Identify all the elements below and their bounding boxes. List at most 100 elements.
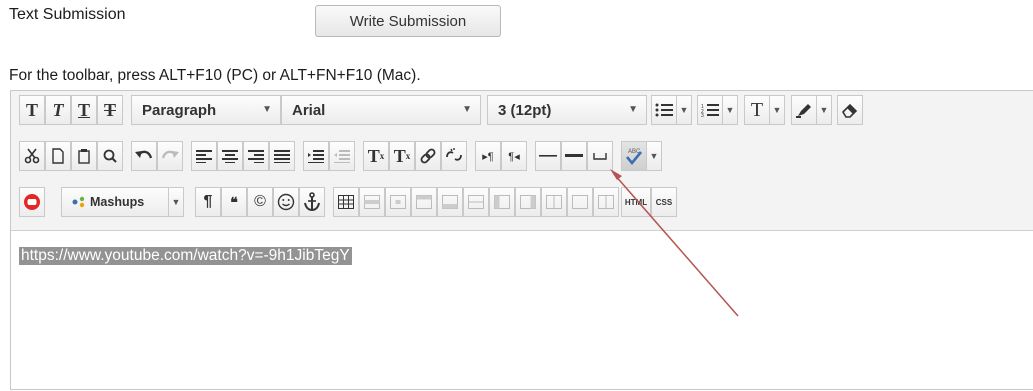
smiley-icon [277,193,295,211]
toolbar-row-3: Mashups ▼ ¶ ❝ © HTML CSS [11,187,1033,223]
mashups-icon [72,196,85,208]
row-before-icon [416,195,432,209]
bold-button[interactable]: T [19,95,45,125]
font-family-select[interactable]: Arial ▼ [281,95,481,125]
selected-url-text[interactable]: https://www.youtube.com/watch?v=-9h1JibT… [19,247,352,265]
insert-col-before-button[interactable] [489,187,515,217]
ltr-button[interactable]: ▸¶ [475,141,501,171]
highlight-button[interactable] [791,95,817,125]
redo-icon [161,150,179,159]
font-size-select[interactable]: 3 (12pt) ▼ [487,95,647,125]
copy-icon [52,148,64,164]
subscript-icon: T [393,145,406,166]
justify-button[interactable] [269,141,295,171]
write-submission-button[interactable]: Write Submission [315,5,501,37]
superscript-icon: T [367,145,380,166]
superscript-button[interactable]: Tx [363,141,389,171]
indent-button[interactable] [303,141,329,171]
nonbreaking-space-button[interactable] [587,141,613,171]
link-icon [420,148,436,164]
insert-link-button[interactable] [415,141,441,171]
chevron-down-icon: ▼ [262,104,272,115]
pilcrow-icon: ¶ [203,193,213,210]
highlight-dropdown[interactable]: ▼ [817,95,832,125]
font-select-value: Arial [292,101,326,119]
paste-button[interactable] [71,141,97,171]
text-submission-label: Text Submission [9,6,126,23]
table-cell-props-button[interactable] [385,187,411,217]
bullet-list-dropdown[interactable]: ▼ [677,95,692,125]
align-right-icon [248,150,264,163]
paragraph-mark-button[interactable]: ¶ [195,187,221,217]
copy-button[interactable] [45,141,71,171]
anchor-icon [304,192,320,212]
mashups-menu[interactable]: Mashups [61,187,169,217]
css-editor-button[interactable]: CSS [651,187,677,217]
spellcheck-icon: ABC [626,149,643,166]
numbered-list-dropdown[interactable]: ▼ [723,95,738,125]
subscript-button[interactable]: Tx [389,141,415,171]
cut-button[interactable] [19,141,45,171]
youtube-button[interactable] [19,187,45,217]
html-source-button[interactable]: HTML [621,187,651,217]
paragraph-format-select[interactable]: Paragraph ▼ [131,95,281,125]
unlink-icon [446,148,462,161]
rich-text-editor: T T T T Paragraph ▼ Arial ▼ 3 (12pt) ▼ ▼… [10,90,1033,390]
unlink-button[interactable] [441,141,467,171]
undo-button[interactable] [131,141,157,171]
justify-icon [274,150,290,163]
table-row-props-button[interactable] [359,187,385,217]
rtl-button[interactable]: ¶◂ [501,141,527,171]
insert-row-after-button[interactable] [437,187,463,217]
ltr-icon: ▸¶ [482,150,494,163]
editor-content-area[interactable]: https://www.youtube.com/watch?v=-9h1JibT… [11,231,1033,391]
insert-col-after-button[interactable] [515,187,541,217]
mashups-dropdown[interactable]: ▼ [169,187,184,217]
split-cells-icon [572,195,588,209]
anchor-button[interactable] [299,187,325,217]
merge-cells-button[interactable] [593,187,619,217]
numbered-list-icon: 123 [701,104,719,117]
strikethrough-button[interactable]: T [97,95,123,125]
eraser-icon [841,103,858,118]
delete-col-button[interactable] [541,187,567,217]
redo-button[interactable] [157,141,183,171]
paragraph-select-value: Paragraph [142,101,217,119]
insert-table-button[interactable] [333,187,359,217]
bullet-list-button[interactable] [651,95,677,125]
outdent-button[interactable] [329,141,355,171]
emoticon-button[interactable] [273,187,299,217]
toolbar-hint: For the toolbar, press ALT+F10 (PC) or A… [9,67,421,84]
clipboard-icon [78,149,90,164]
clear-formatting-button[interactable] [837,95,863,125]
blockquote-button[interactable]: ❝ [221,187,247,217]
align-right-button[interactable] [243,141,269,171]
align-center-icon [222,150,238,163]
align-center-button[interactable] [217,141,243,171]
delete-row-button[interactable] [463,187,489,217]
spellcheck-dropdown[interactable]: ▼ [647,141,662,171]
special-character-button[interactable]: © [247,187,273,217]
rtl-icon: ¶◂ [508,150,520,163]
text-color-icon: T [750,98,764,121]
insert-line-button[interactable] [561,141,587,171]
align-left-icon [196,150,212,163]
insert-row-before-button[interactable] [411,187,437,217]
undo-icon [135,150,153,159]
outdent-icon [334,150,350,163]
split-cells-button[interactable] [567,187,593,217]
highlighter-icon [796,104,811,118]
text-color-button[interactable]: T [744,95,770,125]
table-row-icon [364,195,380,209]
text-color-dropdown[interactable]: ▼ [770,95,785,125]
find-button[interactable] [97,141,123,171]
horizontal-rule-button[interactable] [535,141,561,171]
underline-button[interactable]: T [71,95,97,125]
bullet-list-icon [655,103,673,117]
delete-row-icon [468,195,484,209]
spellcheck-button[interactable]: ABC [621,141,647,171]
italic-button[interactable]: T [45,95,71,125]
numbered-list-button[interactable]: 123 [697,95,723,125]
toolbar-row-1: T T T T Paragraph ▼ Arial ▼ 3 (12pt) ▼ ▼… [11,95,1033,131]
align-left-button[interactable] [191,141,217,171]
